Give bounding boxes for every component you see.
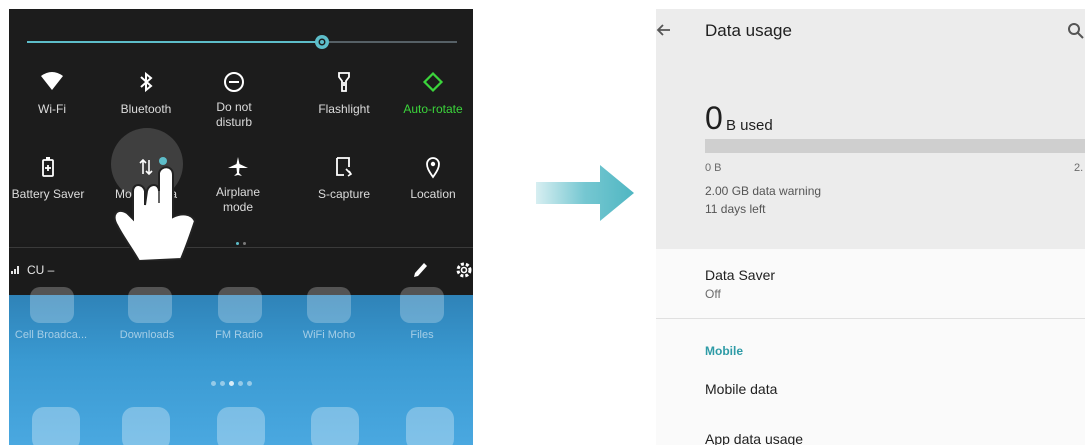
tile-battery-saver[interactable]: Battery Saver: [9, 155, 91, 202]
app-icon[interactable]: [30, 287, 74, 323]
tile-label: Battery Saver: [11, 187, 85, 201]
tile-label: S-capture: [317, 187, 371, 201]
app-icon[interactable]: [400, 287, 444, 323]
data-saver-state: Off: [705, 287, 721, 301]
home-screen: Cell Broadca... Downloads FM Radio WiFi …: [9, 287, 473, 445]
arrow-right-icon: [536, 165, 634, 221]
app-data-usage-row[interactable]: App data usage: [656, 421, 1085, 445]
data-usage-screen: Data usage 0 B used 0 B 2. 2.00 GB data …: [656, 9, 1085, 445]
contacts-app-icon[interactable]: [122, 407, 170, 445]
divider: [656, 318, 1085, 319]
tile-sublabel: disturb: [215, 115, 253, 129]
camera-app-icon[interactable]: [406, 407, 454, 445]
messages-app-icon[interactable]: [217, 407, 265, 445]
signal-icon: [11, 266, 19, 274]
back-arrow-icon[interactable]: [656, 22, 672, 38]
edit-icon[interactable]: [412, 261, 428, 279]
app-data-usage-label: App data usage: [705, 431, 804, 445]
carrier-label: CU –: [27, 263, 55, 277]
tile-label: Bluetooth: [120, 102, 172, 116]
quick-settings-panel: Wi-Fi Bluetooth Do not disturb Flashligh…: [9, 9, 473, 245]
battery-saver-icon: [42, 157, 54, 177]
mobile-data-row[interactable]: Mobile data: [656, 371, 1085, 411]
app-icon[interactable]: [307, 287, 351, 323]
tile-sublabel: mode: [222, 200, 254, 214]
gear-icon[interactable]: [454, 260, 473, 280]
used-value: 0: [705, 100, 723, 136]
tile-location[interactable]: Location: [390, 155, 473, 202]
tile-do-not-disturb[interactable]: Do not disturb: [191, 70, 277, 130]
usage-scale-min: 0 B: [705, 162, 722, 174]
tile-label: Location: [410, 187, 456, 201]
tile-bluetooth[interactable]: Bluetooth: [103, 70, 189, 117]
mobile-data-label: Mobile data: [705, 381, 778, 397]
used-unit: B used: [726, 117, 773, 134]
section-header-mobile: Mobile: [705, 344, 743, 358]
app-icon[interactable]: [218, 287, 262, 323]
tapping-hand-icon: [113, 157, 197, 261]
app-label: FM Radio: [215, 329, 263, 341]
browser-app-icon[interactable]: [311, 407, 359, 445]
tile-label: Wi-Fi: [38, 102, 66, 116]
app-label: Cell Broadca...: [14, 329, 88, 341]
tile-airplane-mode[interactable]: Airplane mode: [195, 155, 281, 215]
usage-bar: [705, 139, 1085, 153]
auto-rotate-icon: [422, 71, 444, 93]
brightness-slider-fill: [27, 41, 321, 43]
app-bar: Data usage: [656, 9, 1085, 57]
bluetooth-icon: [140, 71, 153, 93]
page-title: Data usage: [705, 21, 792, 40]
days-left: 11 days left: [705, 202, 766, 216]
usage-scale-max: 2.: [1074, 162, 1084, 174]
screenshot-icon: [336, 157, 353, 177]
data-saver-row[interactable]: Data Saver Off: [656, 249, 1085, 319]
app-label: Files: [410, 329, 434, 341]
do-not-disturb-icon: [224, 72, 244, 92]
airplane-icon: [228, 157, 248, 176]
tile-label: Flashlight: [318, 102, 370, 116]
tile-label: Airplane: [215, 185, 261, 199]
phone-app-icon[interactable]: [32, 407, 80, 445]
tile-auto-rotate[interactable]: Auto-rotate: [390, 70, 473, 117]
tile-label: Do not: [216, 100, 252, 114]
wifi-icon: [41, 72, 63, 90]
data-saver-title: Data Saver: [705, 267, 776, 283]
tile-wifi[interactable]: Wi-Fi: [9, 70, 95, 117]
search-icon[interactable]: [1067, 22, 1085, 40]
app-label: Downloads: [119, 329, 175, 341]
data-warning: 2.00 GB data warning: [705, 184, 822, 198]
app-icon[interactable]: [128, 287, 172, 323]
location-icon: [426, 157, 440, 179]
quick-settings-screenshot: Wi-Fi Bluetooth Do not disturb Flashligh…: [9, 9, 473, 445]
usage-summary: 0 B used 0 B 2. 2.00 GB data warning 11 …: [656, 57, 1085, 249]
tile-label: Auto-rotate: [403, 102, 463, 116]
brightness-icon[interactable]: [314, 34, 330, 50]
flashlight-icon: [338, 72, 350, 92]
tile-flashlight[interactable]: Flashlight: [301, 70, 387, 117]
app-label: WiFi Moho: [302, 329, 356, 341]
tile-s-capture[interactable]: S-capture: [301, 155, 387, 202]
home-page-indicator: [209, 373, 254, 391]
